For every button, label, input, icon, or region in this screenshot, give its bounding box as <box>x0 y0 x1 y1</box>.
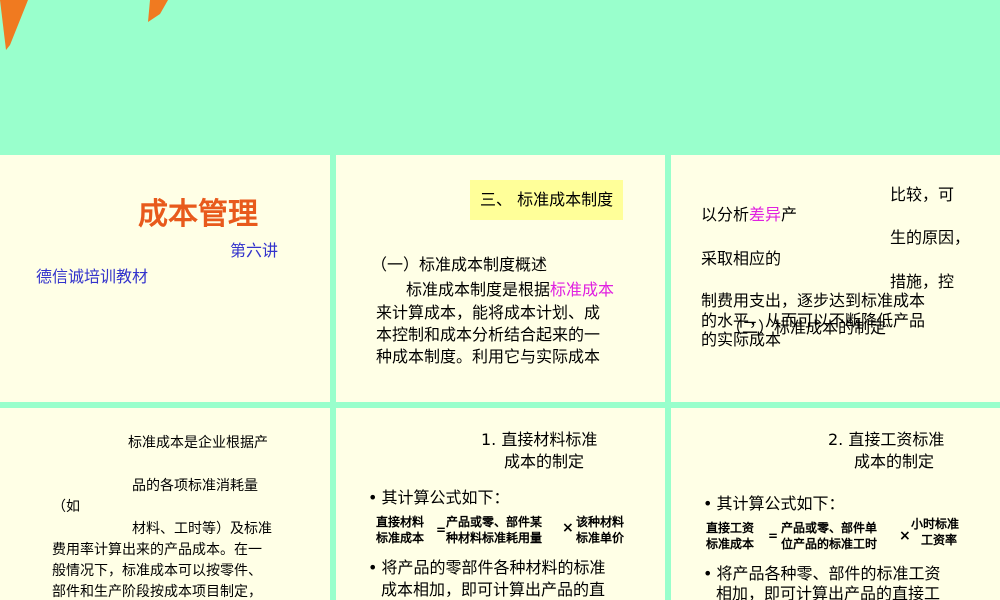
formula-text: 工资率 <box>921 533 958 547</box>
org-name: 德信诚培训教材 <box>36 267 149 286</box>
formula-text: 种材料标准耗用量 <box>446 531 543 545</box>
slide-heading-2: 成本的制定 <box>504 452 585 471</box>
page-title: 成本管理 <box>138 197 258 232</box>
body-line-1: 标准成本制度是根据标准成本 <box>406 280 614 300</box>
formula-left: 直接材料 标准成本 <box>376 514 424 546</box>
highlight-text: 标准成本 <box>550 280 615 299</box>
bullet-item: 将产品各种零、部件的标准工资 <box>703 564 940 584</box>
body-line-6: 制费用支出，逐步达到标准成本 <box>701 291 926 310</box>
body-line-1: 比较，可 <box>890 185 955 204</box>
body-text: 标准成本制度是根据 <box>406 280 551 299</box>
slide-direct-material[interactable]: 1. 直接材料标准 成本的制定 其计算公式如下： 直接材料 标准成本 = 产品或… <box>336 408 665 600</box>
highlight-text: 差异 <box>749 205 782 224</box>
formula-right: 小时标准 工资率 <box>911 516 959 548</box>
slide-continuation[interactable]: 比较，可 以分析差异产 生的原因， 采取相应的 措施，控 制费用支出，逐步达到标… <box>671 155 1000 402</box>
body-line-3: （如 <box>52 499 80 515</box>
body-line-5: 费用率计算出来的产品成本。在一 <box>52 542 262 558</box>
formula-text: 该种材料 <box>576 515 625 529</box>
body-line-1: 标准成本是企业根据产 <box>128 435 268 451</box>
formula-middle: 产品或零、部件某 种材料标准耗用量 <box>446 514 542 546</box>
slide-title-card[interactable]: 成本管理 第六讲 德信诚培训教材 <box>0 155 330 402</box>
slide-standard-cost-system[interactable]: 三、 标准成本制度 （一）标准成本制度概述 标准成本制度是根据标准成本 来计算成… <box>336 155 665 402</box>
formula-equals: = <box>436 523 447 537</box>
body-line-4: 采取相应的 <box>701 249 782 268</box>
section-header: 三、 标准成本制度 <box>470 180 624 220</box>
formula-times: × <box>899 528 911 544</box>
formula-text: 标准成本 <box>376 531 425 545</box>
formula-middle: 产品或零、部件单 位产品的标准工时 <box>781 520 877 552</box>
formula-text: 标准单价 <box>576 531 625 545</box>
formula-text: 直接材料 <box>376 515 425 529</box>
body-line-2: 品的各项标准消耗量 <box>132 478 258 494</box>
slide-definition[interactable]: 标准成本是企业根据产 品的各项标准消耗量 （如 材料、工时等）及标准 费用率计算… <box>0 408 330 600</box>
body-text: 以分析 <box>701 205 750 224</box>
formula-text: 产品或零、部件单 <box>781 521 878 535</box>
slide-heading-1: 2. 直接工资标准 <box>828 430 945 449</box>
formula-text: 标准成本 <box>706 537 755 551</box>
formula-text: 位产品的标准工时 <box>781 537 878 551</box>
formula-times: × <box>562 520 574 536</box>
formula-text: 产品或零、部件某 <box>446 515 543 529</box>
top-band <box>0 0 1000 150</box>
body-line-5: 措施，控 <box>890 272 955 291</box>
bullet-item: 其计算公式如下： <box>368 488 509 508</box>
body-line-4: 材料、工时等）及标准 <box>132 521 272 537</box>
body-line-8: 的实际成本 <box>701 330 782 349</box>
orange-swoosh-icon <box>0 0 168 50</box>
lecture-number: 第六讲 <box>230 241 279 260</box>
slide-heading-1: 1. 直接材料标准 <box>481 430 598 449</box>
body-line-3: 生的原因， <box>890 228 971 247</box>
formula-right: 该种材料 标准单价 <box>576 514 624 546</box>
bullet-item-continued: 成本相加，即可计算出产品的直 <box>381 580 606 599</box>
body-line-7: 部件和生产阶段按成本项目制定， <box>52 584 262 600</box>
body-line-4: 种成本制度。利用它与实际成本 <box>376 347 601 366</box>
slide-heading-2: 成本的制定 <box>854 452 935 471</box>
body-line-2: 来计算成本，能将成本计划、成 <box>376 303 601 322</box>
formula-text: 直接工资 <box>706 521 755 535</box>
bullet-item: 其计算公式如下： <box>703 494 844 514</box>
body-text: 产 <box>781 205 798 224</box>
body-line-2: 以分析差异产 <box>701 205 797 225</box>
bullet-item: 将产品的零部件各种材料的标准 <box>368 558 605 578</box>
formula-text: 小时标准 <box>911 517 960 531</box>
body-line-3: 本控制和成本分析结合起来的一 <box>376 325 601 344</box>
section-subtitle: （一）标准成本制度概述 <box>371 255 548 274</box>
body-line-6: 般情况下，标准成本可以按零件、 <box>52 563 262 579</box>
formula-equals: = <box>768 529 779 543</box>
formula-left: 直接工资 标准成本 <box>706 520 754 552</box>
bullet-item-continued: 相加，即可计算出产品的直接工 <box>716 584 941 600</box>
slide-direct-wages[interactable]: 2. 直接工资标准 成本的制定 其计算公式如下： 直接工资 标准成本 = 产品或… <box>671 408 1000 600</box>
